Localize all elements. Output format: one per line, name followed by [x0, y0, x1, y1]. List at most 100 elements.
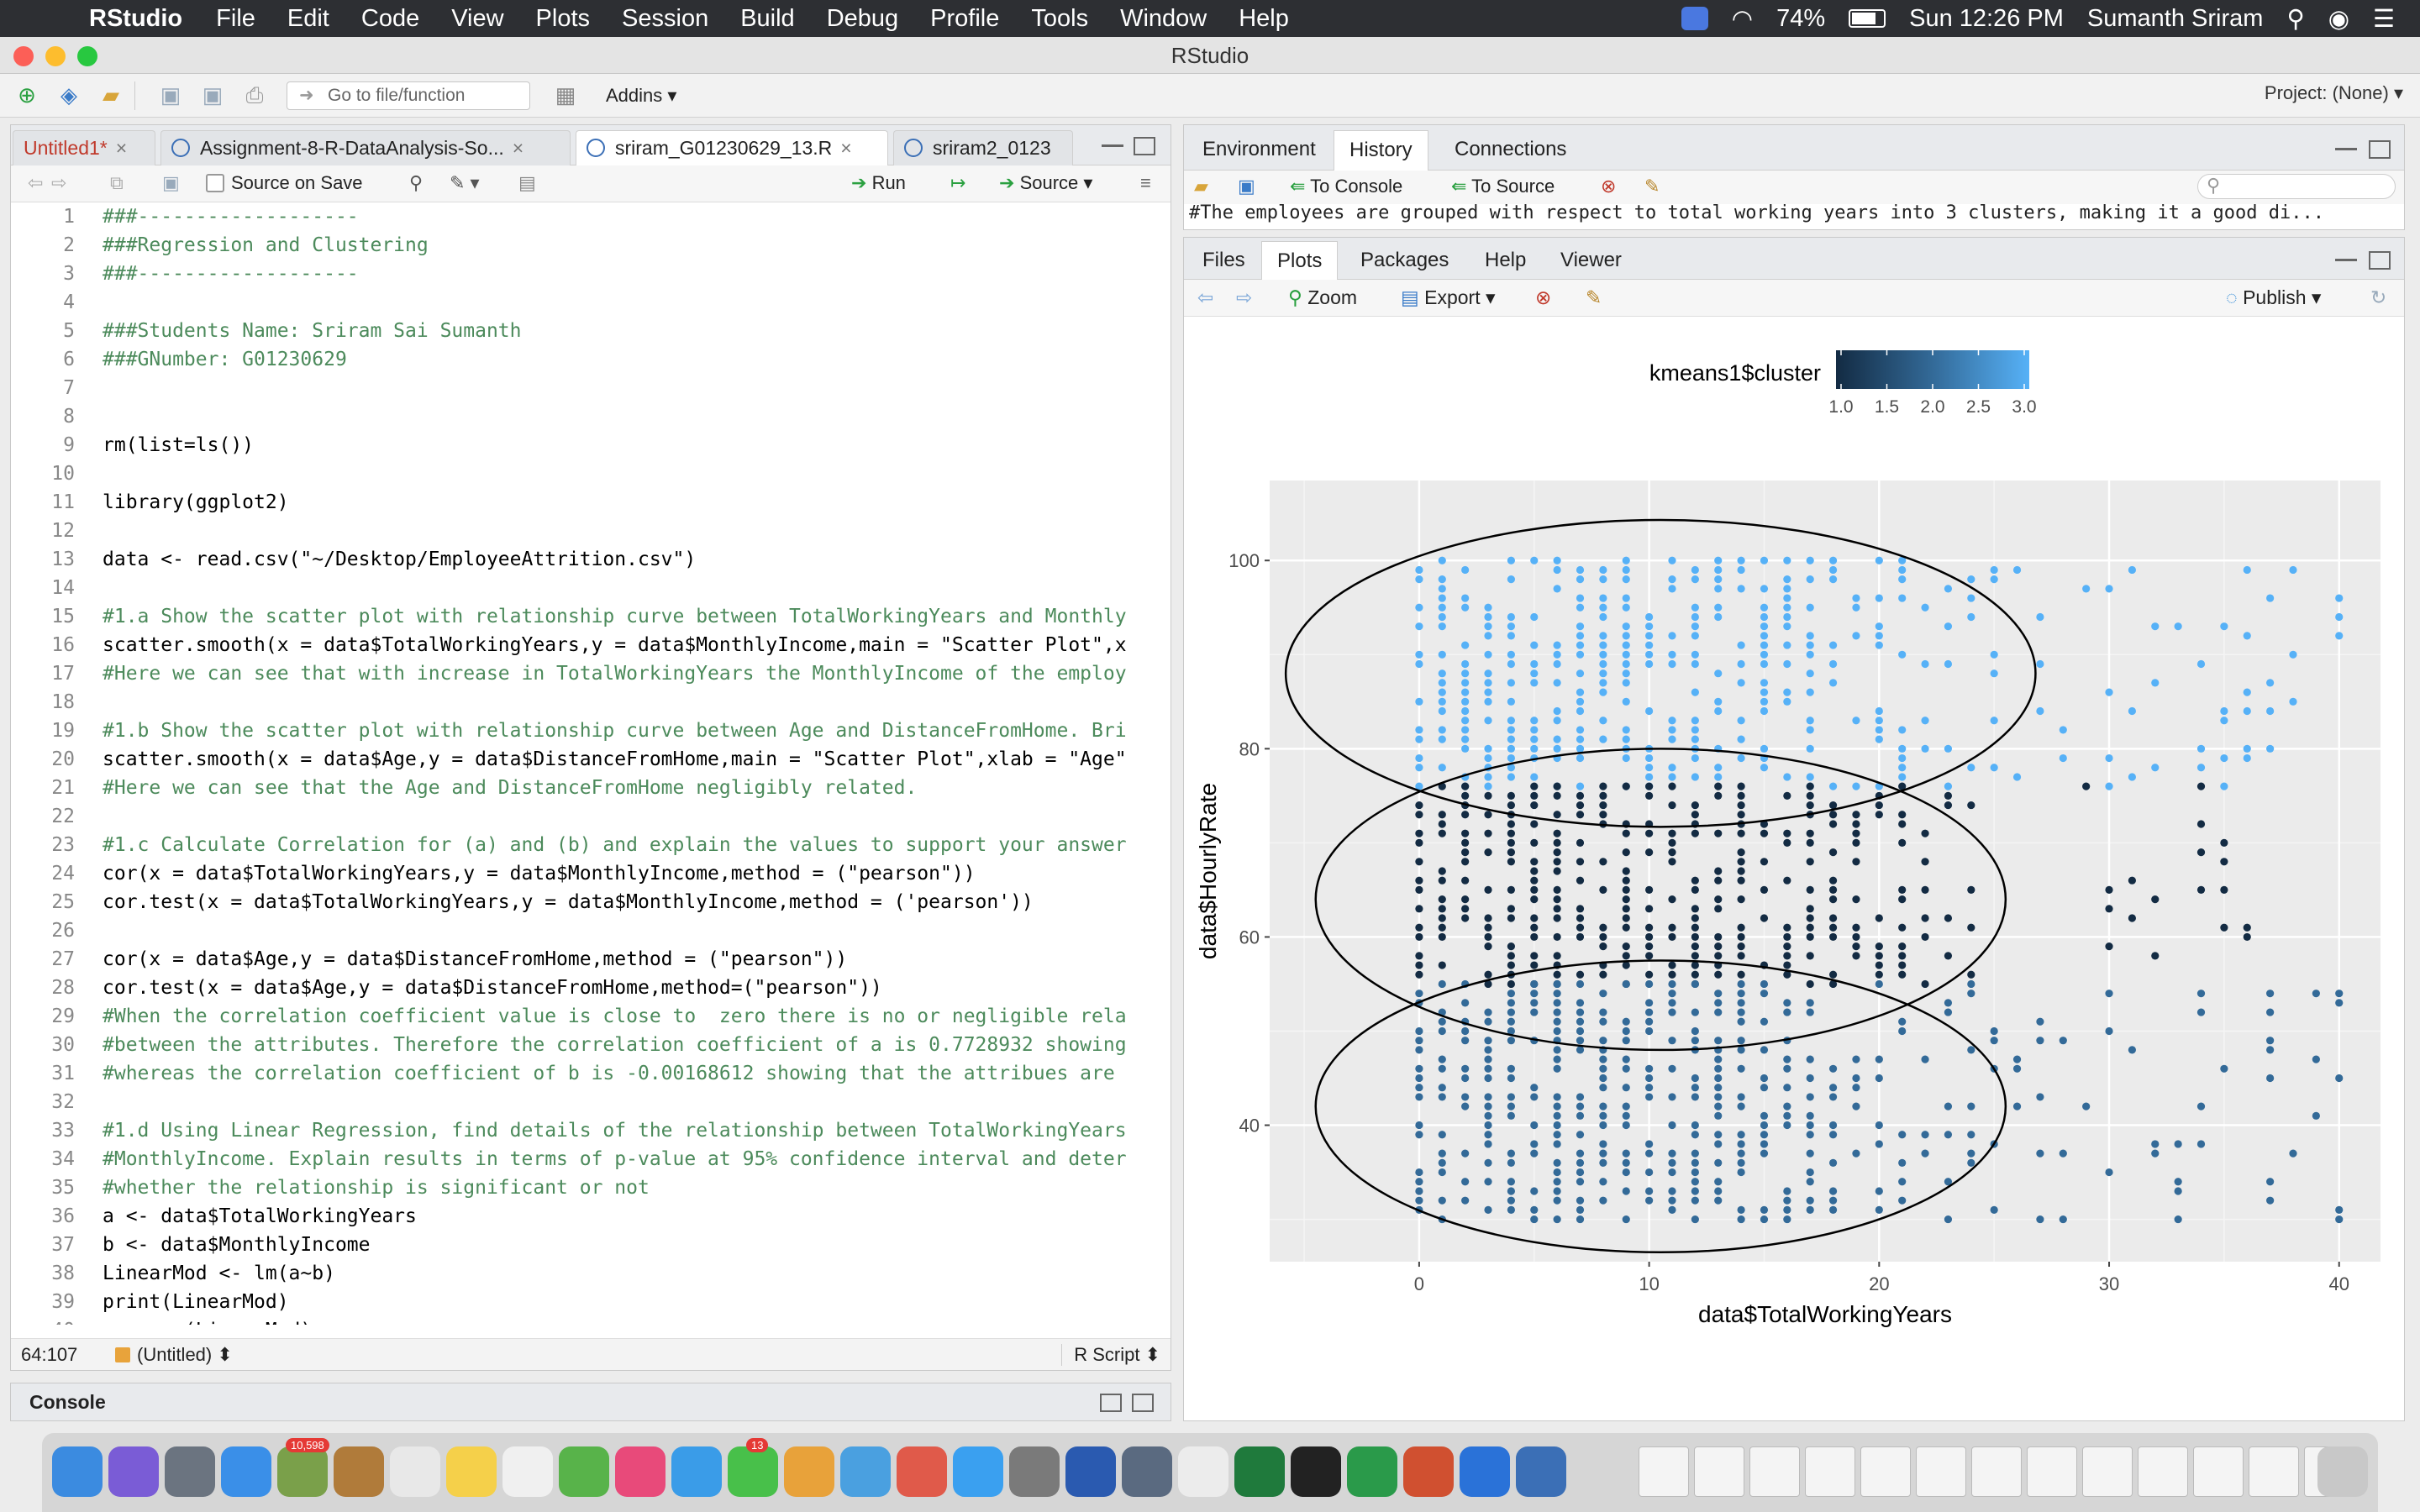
scope-selector[interactable]: (Untitled) ⬍	[115, 1344, 233, 1366]
tab-connections[interactable]: Connections	[1439, 130, 1581, 171]
code-line[interactable]: 25 cor.test(x = data$TotalWorkingYears,y …	[11, 888, 1171, 916]
launchpad-icon[interactable]	[165, 1446, 215, 1497]
code-line[interactable]: 4	[11, 288, 1171, 317]
restore-pane-icon[interactable]	[1100, 1394, 1122, 1412]
save-history-icon[interactable]: ▣	[1238, 176, 1255, 197]
safari-icon[interactable]	[221, 1446, 271, 1497]
maps-icon[interactable]	[559, 1446, 609, 1497]
code-line[interactable]: 7	[11, 374, 1171, 402]
save-all-icon[interactable]: ▣	[197, 82, 228, 109]
load-history-icon[interactable]: ▰	[1194, 176, 1208, 197]
menu-code[interactable]: Code	[361, 5, 419, 33]
excel-icon[interactable]	[1234, 1446, 1285, 1497]
minimize-pane-icon[interactable]	[2335, 255, 2357, 261]
menu-file[interactable]: File	[216, 5, 255, 33]
word-icon[interactable]	[1122, 1446, 1172, 1497]
code-line[interactable]: 23 #1.c Calculate Correlation for (a) and…	[11, 831, 1171, 859]
messages-icon[interactable]	[671, 1446, 722, 1497]
code-line[interactable]: 13 data <- read.csv("~/Desktop/EmployeeAt…	[11, 545, 1171, 574]
code-line[interactable]: 12	[11, 517, 1171, 545]
open-file-icon[interactable]: ▰	[96, 82, 126, 109]
contacts-icon[interactable]	[784, 1446, 834, 1497]
code-line[interactable]: 34 #MonthlyIncome. Explain results in ter…	[11, 1145, 1171, 1173]
minimized-window-thumbnail[interactable]	[1639, 1446, 1689, 1497]
tab-history[interactable]: History	[1334, 130, 1428, 171]
tab-viewer[interactable]: Viewer	[1545, 241, 1637, 281]
tab-plots[interactable]: Plots	[1261, 241, 1339, 281]
goto-file-input[interactable]: Go to file/function	[287, 81, 530, 110]
siri-dock-icon[interactable]	[108, 1446, 159, 1497]
system-preferences-icon[interactable]	[1065, 1446, 1116, 1497]
console-pane[interactable]: Console	[10, 1383, 1171, 1421]
print-icon[interactable]: ⎙	[239, 82, 270, 109]
source-on-save-checkbox[interactable]: Source on Save	[206, 172, 363, 194]
minimized-window-thumbnail[interactable]	[1694, 1446, 1744, 1497]
code-line[interactable]: 38 LinearMod <- lm(a~b)	[11, 1259, 1171, 1288]
clear-history-icon[interactable]: ✎	[1644, 176, 1660, 197]
save-file-icon[interactable]: ▣	[162, 172, 180, 194]
siri-icon[interactable]: ◉	[2328, 4, 2349, 34]
minimized-window-thumbnail[interactable]	[2193, 1446, 2244, 1497]
code-line[interactable]: 20 scatter.smooth(x = data$Age,y = data$D…	[11, 745, 1171, 774]
app-store-icon[interactable]	[1009, 1446, 1060, 1497]
publish-button[interactable]: ◌ Publish ▾	[2226, 286, 2321, 309]
menu-profile[interactable]: Profile	[930, 5, 999, 33]
spotlight-icon[interactable]: ⚲	[2286, 4, 2304, 34]
finder-icon[interactable]	[52, 1446, 103, 1497]
menu-build[interactable]: Build	[740, 5, 795, 33]
code-line[interactable]: 8	[11, 402, 1171, 431]
maximize-pane-icon[interactable]	[1132, 1394, 1154, 1412]
refresh-icon[interactable]: ↻	[2370, 286, 2386, 309]
notification-center-icon[interactable]: ☰	[2373, 4, 2395, 34]
menu-help[interactable]: Help	[1239, 5, 1289, 33]
numbers-icon[interactable]	[840, 1446, 891, 1497]
search-icon[interactable]: ⚲	[409, 172, 423, 194]
terminal-icon[interactable]	[1291, 1446, 1341, 1497]
notes-icon[interactable]	[446, 1446, 497, 1497]
code-line[interactable]: 28 cor.test(x = data$Age,y = data$Distanc…	[11, 974, 1171, 1002]
code-line[interactable]: 18	[11, 688, 1171, 717]
menu-view[interactable]: View	[451, 5, 503, 33]
code-line[interactable]: 26	[11, 916, 1171, 945]
maximize-pane-icon[interactable]	[1134, 137, 1155, 155]
window-minimize-button[interactable]	[45, 46, 66, 66]
close-tab-icon[interactable]: ×	[116, 137, 127, 159]
close-tab-icon[interactable]: ×	[840, 137, 851, 159]
rstudio-dock-icon[interactable]	[1516, 1446, 1566, 1497]
to-console-button[interactable]: ⇚ To Console	[1290, 176, 1402, 197]
menu-window[interactable]: Window	[1120, 5, 1207, 33]
code-line[interactable]: 32	[11, 1088, 1171, 1116]
code-line[interactable]: 9 rm(list=ls())	[11, 431, 1171, 459]
remove-entry-icon[interactable]: ⊗	[1601, 176, 1616, 197]
new-project-icon[interactable]: ◈	[54, 82, 84, 109]
code-line[interactable]: 16 scatter.smooth(x = data$TotalWorkingYe…	[11, 631, 1171, 659]
tab-assignment[interactable]: Assignment-8-R-DataAnalysis-So... ×	[160, 130, 571, 165]
menu-edit[interactable]: Edit	[287, 5, 329, 33]
code-line[interactable]: 27 cor(x = data$Age,y = data$DistanceFrom…	[11, 945, 1171, 974]
code-line[interactable]: 2 ###Regression and Clustering	[11, 231, 1171, 260]
history-entry[interactable]: #The employees are grouped with respect …	[1189, 202, 2324, 223]
code-line[interactable]: 39 print(LinearMod)	[11, 1288, 1171, 1316]
new-file-icon[interactable]: ⊕	[12, 82, 42, 109]
itunes-icon[interactable]	[953, 1446, 1003, 1497]
addins-menu[interactable]: Addins ▾	[606, 85, 676, 107]
back-arrow-icon[interactable]: ⇦	[28, 172, 43, 194]
tab-sriram2[interactable]: sriram2_0123	[893, 130, 1073, 165]
minimized-window-thumbnail[interactable]	[1916, 1446, 1966, 1497]
code-line[interactable]: 22	[11, 802, 1171, 831]
tab-environment[interactable]: Environment	[1187, 130, 1331, 171]
code-line[interactable]: 11 library(ggplot2)	[11, 488, 1171, 517]
tab-untitled1[interactable]: Untitled1* ×	[13, 130, 155, 165]
code-line[interactable]: 29 #When the correlation coefficient valu…	[11, 1002, 1171, 1031]
forward-arrow-icon[interactable]: ⇨	[51, 172, 66, 194]
user-name[interactable]: Sumanth Sriram	[2087, 5, 2264, 33]
code-line[interactable]: 24 cor(x = data$TotalWorkingYears,y = dat…	[11, 859, 1171, 888]
minimize-pane-icon[interactable]	[1102, 140, 1123, 147]
code-line[interactable]: 35 #whether the relationship is significa…	[11, 1173, 1171, 1202]
app-menu[interactable]: RStudio	[89, 5, 182, 33]
minimized-window-thumbnail[interactable]	[2027, 1446, 2077, 1497]
minimized-window-thumbnail[interactable]	[1971, 1446, 2022, 1497]
anaconda-icon[interactable]	[1347, 1446, 1397, 1497]
menu-session[interactable]: Session	[622, 5, 708, 33]
menu-debug[interactable]: Debug	[827, 5, 898, 33]
